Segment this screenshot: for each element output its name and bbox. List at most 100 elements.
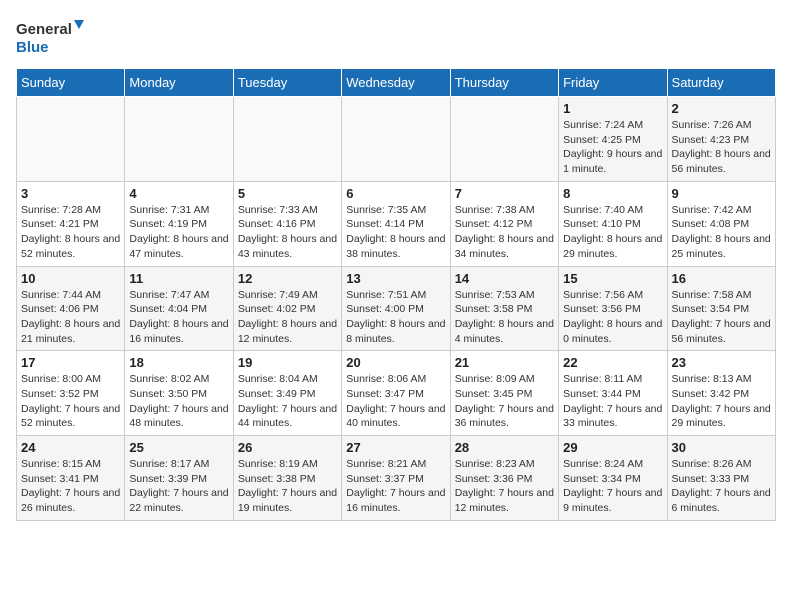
calendar-cell: 8 Sunrise: 7:40 AM Sunset: 4:10 PM Daylig… [559,181,667,266]
svg-text:Blue: Blue [16,39,49,56]
calendar-cell: 10 Sunrise: 7:44 AM Sunset: 4:06 PM Dayli… [17,266,125,351]
week-row-5: 24 Sunrise: 8:15 AM Sunset: 3:41 PM Dayli… [17,436,776,521]
day-info: Sunrise: 7:44 AM Sunset: 4:06 PM Dayligh… [21,288,120,347]
calendar-cell [17,97,125,182]
weekday-header-saturday: Saturday [667,69,775,97]
calendar-cell [450,97,558,182]
day-number: 3 [21,186,120,201]
day-info: Sunrise: 7:40 AM Sunset: 4:10 PM Dayligh… [563,203,662,262]
calendar-cell [342,97,450,182]
calendar-cell: 25 Sunrise: 8:17 AM Sunset: 3:39 PM Dayli… [125,436,233,521]
week-row-4: 17Sunrise: 8:00 AM Sunset: 3:52 PM Dayli… [17,351,776,436]
day-number: 29 [563,440,662,455]
day-info: Sunrise: 7:42 AM Sunset: 4:08 PM Dayligh… [672,203,771,262]
day-info: Sunrise: 8:21 AM Sunset: 3:37 PM Dayligh… [346,457,445,516]
calendar-cell: 4 Sunrise: 7:31 AM Sunset: 4:19 PM Daylig… [125,181,233,266]
calendar-cell: 1 Sunrise: 7:24 AM Sunset: 4:25 PM Daylig… [559,97,667,182]
weekday-header-tuesday: Tuesday [233,69,341,97]
day-info: Sunrise: 7:26 AM Sunset: 4:23 PM Dayligh… [672,118,771,177]
calendar-cell: 14 Sunrise: 7:53 AM Sunset: 3:58 PM Dayli… [450,266,558,351]
day-info: Sunrise: 8:19 AM Sunset: 3:38 PM Dayligh… [238,457,337,516]
day-info: Sunrise: 8:13 AM Sunset: 3:42 PM Dayligh… [672,372,771,431]
calendar-cell: 27 Sunrise: 8:21 AM Sunset: 3:37 PM Dayli… [342,436,450,521]
calendar-cell: 3 Sunrise: 7:28 AM Sunset: 4:21 PM Daylig… [17,181,125,266]
day-number: 2 [672,101,771,116]
day-number: 28 [455,440,554,455]
calendar-cell: 11 Sunrise: 7:47 AM Sunset: 4:04 PM Dayli… [125,266,233,351]
calendar-cell: 28 Sunrise: 8:23 AM Sunset: 3:36 PM Dayli… [450,436,558,521]
day-info: Sunrise: 8:17 AM Sunset: 3:39 PM Dayligh… [129,457,228,516]
calendar-cell: 21 Sunrise: 8:09 AM Sunset: 3:45 PM Dayli… [450,351,558,436]
calendar-cell [125,97,233,182]
weekday-header-row: SundayMondayTuesdayWednesdayThursdayFrid… [17,69,776,97]
day-number: 27 [346,440,445,455]
calendar-cell: 15 Sunrise: 7:56 AM Sunset: 3:56 PM Dayli… [559,266,667,351]
day-info: Sunrise: 7:51 AM Sunset: 4:00 PM Dayligh… [346,288,445,347]
day-info: Sunrise: 8:00 AM Sunset: 3:52 PM Dayligh… [21,372,120,431]
day-info: Sunrise: 8:23 AM Sunset: 3:36 PM Dayligh… [455,457,554,516]
day-number: 10 [21,271,120,286]
week-row-1: 1 Sunrise: 7:24 AM Sunset: 4:25 PM Daylig… [17,97,776,182]
day-info: Sunrise: 8:26 AM Sunset: 3:33 PM Dayligh… [672,457,771,516]
day-info: Sunrise: 8:24 AM Sunset: 3:34 PM Dayligh… [563,457,662,516]
day-number: 13 [346,271,445,286]
day-number: 9 [672,186,771,201]
day-info: Sunrise: 7:24 AM Sunset: 4:25 PM Dayligh… [563,118,662,177]
weekday-header-thursday: Thursday [450,69,558,97]
calendar-cell: 23Sunrise: 8:13 AM Sunset: 3:42 PM Dayli… [667,351,775,436]
day-number: 19 [238,355,337,370]
week-row-3: 10 Sunrise: 7:44 AM Sunset: 4:06 PM Dayli… [17,266,776,351]
week-row-2: 3 Sunrise: 7:28 AM Sunset: 4:21 PM Daylig… [17,181,776,266]
calendar-cell: 29 Sunrise: 8:24 AM Sunset: 3:34 PM Dayli… [559,436,667,521]
weekday-header-wednesday: Wednesday [342,69,450,97]
calendar-cell: 13 Sunrise: 7:51 AM Sunset: 4:00 PM Dayli… [342,266,450,351]
weekday-header-sunday: Sunday [17,69,125,97]
calendar-cell: 7 Sunrise: 7:38 AM Sunset: 4:12 PM Daylig… [450,181,558,266]
day-info: Sunrise: 8:09 AM Sunset: 3:45 PM Dayligh… [455,372,554,431]
day-info: Sunrise: 8:02 AM Sunset: 3:50 PM Dayligh… [129,372,228,431]
calendar-cell: 19 Sunrise: 8:04 AM Sunset: 3:49 PM Dayli… [233,351,341,436]
day-number: 1 [563,101,662,116]
day-number: 7 [455,186,554,201]
day-info: Sunrise: 8:04 AM Sunset: 3:49 PM Dayligh… [238,372,337,431]
weekday-header-monday: Monday [125,69,233,97]
day-info: Sunrise: 7:47 AM Sunset: 4:04 PM Dayligh… [129,288,228,347]
day-info: Sunrise: 7:33 AM Sunset: 4:16 PM Dayligh… [238,203,337,262]
logo-svg: General Blue [16,16,86,60]
day-info: Sunrise: 7:31 AM Sunset: 4:19 PM Dayligh… [129,203,228,262]
day-info: Sunrise: 7:49 AM Sunset: 4:02 PM Dayligh… [238,288,337,347]
day-number: 26 [238,440,337,455]
calendar-cell: 9 Sunrise: 7:42 AM Sunset: 4:08 PM Daylig… [667,181,775,266]
day-info: Sunrise: 8:15 AM Sunset: 3:41 PM Dayligh… [21,457,120,516]
day-info: Sunrise: 7:53 AM Sunset: 3:58 PM Dayligh… [455,288,554,347]
day-number: 8 [563,186,662,201]
calendar-cell: 24 Sunrise: 8:15 AM Sunset: 3:41 PM Dayli… [17,436,125,521]
day-number: 24 [21,440,120,455]
day-info: Sunrise: 7:28 AM Sunset: 4:21 PM Dayligh… [21,203,120,262]
calendar-cell: 2 Sunrise: 7:26 AM Sunset: 4:23 PM Daylig… [667,97,775,182]
day-number: 14 [455,271,554,286]
calendar-cell [233,97,341,182]
day-number: 15 [563,271,662,286]
calendar-cell: 18 Sunrise: 8:02 AM Sunset: 3:50 PM Dayli… [125,351,233,436]
calendar-cell: 26 Sunrise: 8:19 AM Sunset: 3:38 PM Dayli… [233,436,341,521]
day-number: 20 [346,355,445,370]
day-number: 18 [129,355,228,370]
day-info: Sunrise: 8:11 AM Sunset: 3:44 PM Dayligh… [563,372,662,431]
svg-text:General: General [16,21,72,38]
day-number: 25 [129,440,228,455]
day-number: 30 [672,440,771,455]
calendar-cell: 12 Sunrise: 7:49 AM Sunset: 4:02 PM Dayli… [233,266,341,351]
day-number: 12 [238,271,337,286]
day-number: 21 [455,355,554,370]
day-number: 11 [129,271,228,286]
calendar-table: SundayMondayTuesdayWednesdayThursdayFrid… [16,68,776,521]
calendar-cell: 5Sunrise: 7:33 AM Sunset: 4:16 PM Daylig… [233,181,341,266]
day-number: 4 [129,186,228,201]
calendar-cell: 6Sunrise: 7:35 AM Sunset: 4:14 PM Daylig… [342,181,450,266]
day-info: Sunrise: 7:35 AM Sunset: 4:14 PM Dayligh… [346,203,445,262]
day-info: Sunrise: 7:38 AM Sunset: 4:12 PM Dayligh… [455,203,554,262]
calendar-cell: 16Sunrise: 7:58 AM Sunset: 3:54 PM Dayli… [667,266,775,351]
day-info: Sunrise: 7:56 AM Sunset: 3:56 PM Dayligh… [563,288,662,347]
weekday-header-friday: Friday [559,69,667,97]
